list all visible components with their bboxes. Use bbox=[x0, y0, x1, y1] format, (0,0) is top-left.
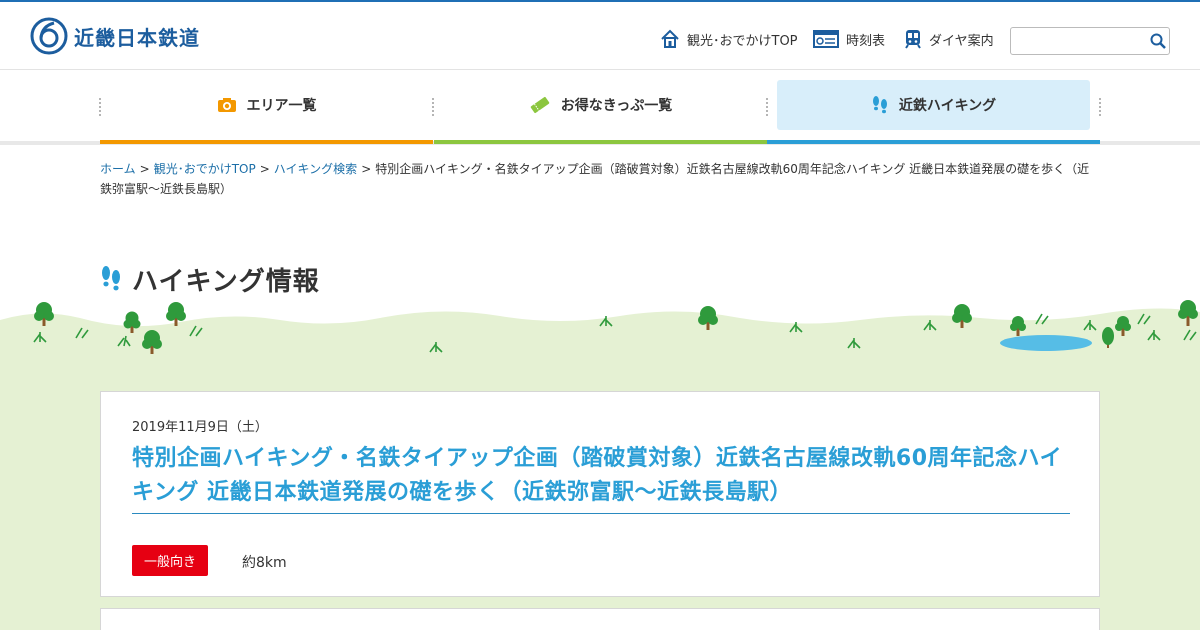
event-date: 2019年11月9日（土） bbox=[132, 420, 268, 435]
nav-separator bbox=[766, 98, 768, 116]
ticket-icon bbox=[529, 96, 551, 114]
nav-separator bbox=[432, 98, 434, 116]
header-nav-label: 観光･おでかけTOP bbox=[687, 33, 798, 49]
breadcrumb-separator: > bbox=[259, 162, 270, 176]
tab-area-list-underline bbox=[100, 140, 433, 144]
breadcrumb: ホーム > 観光･おでかけTOP > ハイキング検索 > 特別企画ハイキング・名鉄タイアップ… bbox=[100, 159, 1100, 199]
tab-area-list[interactable]: エリア一覧 bbox=[100, 80, 433, 130]
tab-discount-tickets[interactable]: お得なきっぷ一覧 bbox=[434, 80, 767, 130]
breadcrumb-link-hiking-search[interactable]: ハイキング検索 bbox=[274, 162, 357, 176]
event-card: 2019年11月9日（土） 特別企画ハイキング・名鉄タイアップ企画（踏破賞対象）… bbox=[100, 391, 1100, 597]
event-title-link[interactable]: 特別企画ハイキング・名鉄タイアップ企画（踏破賞対象）近鉄名古屋線改軌60周年記念… bbox=[132, 442, 1072, 510]
site-header: 近畿日本鉄道 観光･おでかけTOP 時刻表 ダイヤ案内 bbox=[0, 2, 1200, 70]
title-divider bbox=[132, 513, 1070, 514]
train-icon bbox=[905, 30, 921, 49]
event-distance: 約8km bbox=[242, 555, 287, 571]
breadcrumb-link-sightseeing-top[interactable]: 観光･おでかけTOP bbox=[154, 162, 256, 176]
breadcrumb-separator: > bbox=[139, 162, 150, 176]
tab-hiking-underline bbox=[767, 140, 1100, 144]
tab-tickets-underline bbox=[434, 140, 767, 144]
search-icon[interactable] bbox=[1149, 32, 1167, 50]
nav-separator bbox=[99, 98, 101, 116]
header-nav-sightseeing-top[interactable]: 観光･おでかけTOP bbox=[660, 28, 798, 50]
pond bbox=[1000, 335, 1092, 351]
search-box bbox=[1010, 27, 1170, 55]
header-nav-label: 時刻表 bbox=[846, 33, 886, 49]
next-card bbox=[100, 608, 1100, 630]
nav-separator bbox=[1099, 98, 1101, 116]
kintetsu-logo-icon bbox=[30, 17, 68, 55]
tab-kintetsu-hiking[interactable]: 近鉄ハイキング bbox=[777, 80, 1090, 130]
tab-label: 近鉄ハイキング bbox=[898, 98, 997, 114]
camera-icon bbox=[217, 97, 237, 113]
timetable-icon bbox=[813, 30, 839, 48]
header-nav-label: ダイヤ案内 bbox=[929, 33, 994, 49]
level-badge: 一般向き bbox=[132, 545, 208, 576]
page-title: ハイキング情報 bbox=[132, 266, 320, 297]
breadcrumb-separator: > bbox=[361, 162, 372, 176]
search-input[interactable] bbox=[1015, 31, 1145, 51]
tab-label: エリア一覧 bbox=[246, 98, 317, 114]
footprints-icon bbox=[871, 95, 889, 115]
site-logo[interactable]: 近畿日本鉄道 bbox=[30, 17, 200, 55]
footprints-icon bbox=[102, 266, 120, 291]
header-nav-timetable[interactable]: 時刻表 bbox=[813, 28, 885, 50]
house-icon bbox=[661, 29, 679, 48]
main-nav: エリア一覧 お得なきっぷ一覧 近鉄ハイキング bbox=[0, 70, 1200, 144]
site-logo-text: 近畿日本鉄道 bbox=[74, 25, 200, 50]
breadcrumb-link-home[interactable]: ホーム bbox=[100, 162, 136, 176]
header-nav-dia[interactable]: ダイヤ案内 bbox=[904, 28, 994, 50]
page-title-block: ハイキング情報 bbox=[100, 262, 320, 297]
tab-label: お得なきっぷ一覧 bbox=[560, 98, 673, 114]
